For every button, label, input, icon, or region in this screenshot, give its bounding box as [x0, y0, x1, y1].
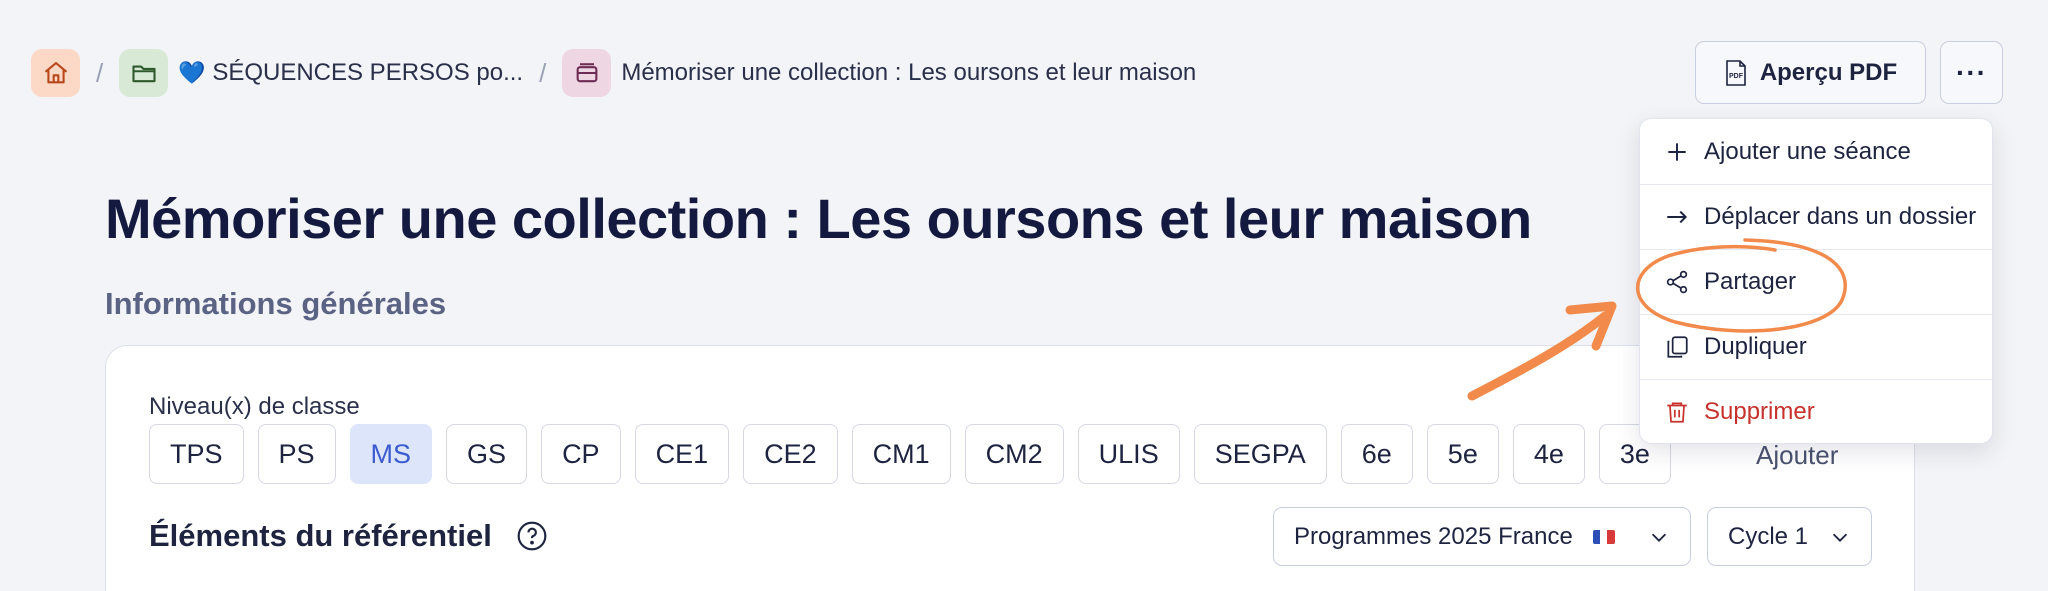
- copy-icon: [1667, 336, 1688, 358]
- add-level-button[interactable]: Ajouter: [1756, 440, 1838, 471]
- section-title: Informations générales: [105, 286, 447, 321]
- breadcrumb-sequence[interactable]: [562, 49, 612, 97]
- level-4e[interactable]: 4e: [1512, 424, 1585, 484]
- class-level-list: TPS PS MS GS CP CE1 CE2 CM1 CM2 ULIS SEG…: [149, 424, 1671, 484]
- level-segpa[interactable]: SEGPA: [1193, 424, 1327, 484]
- program-select[interactable]: Programmes 2025 France: [1273, 507, 1691, 566]
- more-options-menu: Ajouter une séance Déplacer dans un doss…: [1639, 118, 1993, 444]
- level-tps[interactable]: TPS: [149, 424, 244, 484]
- page-title: Mémoriser une collection : Les oursons e…: [105, 187, 1532, 250]
- level-gs[interactable]: GS: [446, 424, 528, 484]
- referentiel-title: Éléments du référentiel: [149, 518, 548, 554]
- trash-icon: [1667, 402, 1687, 423]
- svg-text:PDF: PDF: [1729, 73, 1744, 80]
- folder-name: SÉQUENCES PERSOS po...: [212, 59, 524, 86]
- archive-icon: [576, 63, 598, 83]
- pdf-preview-label: Aperçu PDF: [1759, 58, 1898, 86]
- cycle-select-value: Cycle 1: [1728, 522, 1809, 550]
- breadcrumb-folder[interactable]: [119, 49, 169, 97]
- level-6e[interactable]: 6e: [1340, 424, 1413, 484]
- menu-item-label: Dupliquer: [1704, 333, 1807, 360]
- breadcrumb-folder-label[interactable]: 💙 SÉQUENCES PERSOS po...: [178, 59, 523, 87]
- menu-item-delete[interactable]: Supprimer: [1640, 379, 1992, 444]
- breadcrumb: / 💙 SÉQUENCES PERSOS po... / Mémoriser u…: [31, 49, 1196, 97]
- menu-item-share[interactable]: Partager: [1640, 249, 1992, 314]
- breadcrumb-current: Mémoriser une collection : Les oursons e…: [621, 59, 1197, 86]
- menu-item-label: Partager: [1704, 268, 1797, 295]
- share-icon: [1666, 270, 1688, 294]
- menu-item-move-to-folder[interactable]: Déplacer dans un dossier: [1640, 184, 1992, 249]
- breadcrumb-separator: /: [96, 57, 104, 88]
- class-level-label: Niveau(x) de classe: [149, 393, 360, 420]
- level-cp[interactable]: CP: [541, 424, 621, 484]
- ellipsis-icon: ···: [1956, 56, 1987, 88]
- level-5e[interactable]: 5e: [1426, 424, 1499, 484]
- level-ce1[interactable]: CE1: [634, 424, 730, 484]
- help-icon[interactable]: [516, 520, 548, 552]
- chevron-down-icon: [1651, 533, 1667, 542]
- program-select-value: Programmes 2025 France: [1294, 522, 1573, 550]
- france-flag-icon: [1592, 529, 1615, 544]
- pdf-preview-button[interactable]: PDF Aperçu PDF: [1695, 41, 1926, 104]
- level-cm1[interactable]: CM1: [851, 424, 951, 484]
- level-cm2[interactable]: CM2: [964, 424, 1064, 484]
- level-ps[interactable]: PS: [257, 424, 336, 484]
- referentiel-title-text: Éléments du référentiel: [149, 518, 492, 553]
- cycle-select[interactable]: Cycle 1: [1707, 507, 1872, 566]
- level-ce2[interactable]: CE2: [743, 424, 838, 484]
- pdf-file-icon: PDF: [1726, 59, 1746, 86]
- menu-item-duplicate[interactable]: Dupliquer: [1640, 314, 1992, 379]
- chevron-down-icon: [1832, 533, 1848, 542]
- page: / 💙 SÉQUENCES PERSOS po... / Mémoriser u…: [0, 0, 2048, 591]
- menu-item-label: Ajouter une séance: [1704, 137, 1911, 165]
- folder-icon: [132, 65, 156, 83]
- arrow-right-icon: [1667, 210, 1688, 224]
- level-ms[interactable]: MS: [349, 424, 433, 484]
- menu-item-label: Déplacer dans un dossier: [1704, 203, 1977, 230]
- breadcrumb-home[interactable]: [31, 49, 80, 97]
- more-options-button[interactable]: ···: [1940, 41, 2003, 104]
- menu-item-label: Supprimer: [1704, 398, 1815, 425]
- menu-item-add-session[interactable]: Ajouter une séance: [1640, 119, 1992, 184]
- level-ulis[interactable]: ULIS: [1077, 424, 1180, 484]
- plus-icon: [1668, 142, 1686, 161]
- breadcrumb-separator: /: [539, 57, 547, 88]
- annotation-arrowhead: [1565, 301, 1617, 351]
- heart-icon: 💙: [178, 60, 206, 85]
- home-icon: [44, 62, 67, 84]
